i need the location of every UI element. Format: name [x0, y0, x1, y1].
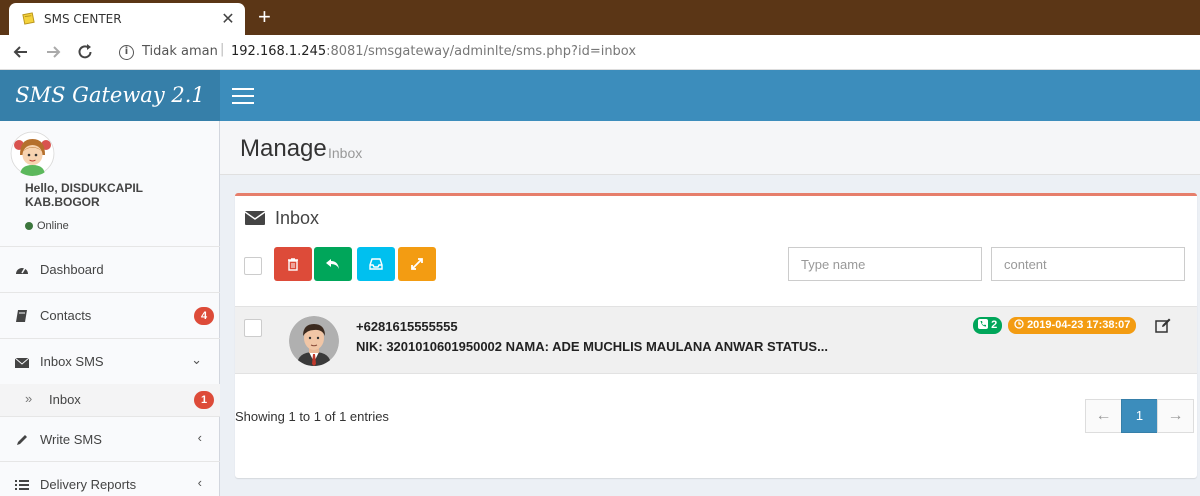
clock-icon	[1014, 319, 1024, 329]
content-header: Manage Inbox	[220, 121, 1200, 175]
info-icon[interactable]: i	[119, 45, 134, 60]
message-count-badge: 2	[973, 317, 1003, 334]
new-tab-icon[interactable]: +	[258, 4, 271, 30]
chevron-left-icon: ‹	[197, 475, 202, 490]
sidebar-item-dashboard[interactable]: Dashboard	[0, 247, 220, 293]
message-preview: NIK: 3201010601950002 NAMA: ADE MUCHLIS …	[356, 339, 828, 354]
page-title: Manage	[240, 135, 327, 162]
online-dot-icon	[25, 222, 33, 230]
dashboard-icon	[16, 267, 28, 274]
app-logo[interactable]: SMS Gateway 2.1	[0, 70, 220, 121]
box-title: Inbox	[275, 208, 320, 228]
user-avatar	[10, 131, 55, 176]
phone-icon	[978, 319, 988, 329]
entries-info: Showing 1 to 1 of 1 entries	[235, 409, 389, 424]
search-content-input[interactable]	[991, 247, 1185, 281]
chevron-down-icon: ⌄	[191, 352, 202, 367]
sidebar-toggle-icon[interactable]	[232, 88, 254, 104]
list-icon	[15, 480, 29, 490]
inbox-tray-icon	[369, 258, 383, 270]
sender-avatar	[289, 316, 339, 366]
sidebar-item-write-sms[interactable]: Write SMS ‹	[0, 416, 220, 462]
address-separator: |	[220, 42, 225, 57]
address-bar[interactable]: i Tidak aman | 192.168.1.245:8081/smsgat…	[112, 39, 1192, 66]
favicon-icon	[22, 12, 35, 25]
user-panel: Hello, DISDUKCAPIL KAB.BOGOR Online	[0, 121, 220, 247]
forward-icon[interactable]	[43, 42, 65, 64]
select-all-checkbox[interactable]	[244, 257, 262, 275]
table-row[interactable]: +6281615555555 NIK: 3201010601950002 NAM…	[235, 306, 1197, 374]
inbox-box: Inbox +6281615	[235, 193, 1197, 478]
reload-icon[interactable]	[75, 42, 97, 64]
sidebar-item-label: Dashboard	[40, 262, 104, 277]
security-label: Tidak aman	[142, 44, 218, 59]
inbox-button[interactable]	[357, 247, 395, 281]
envelope-icon	[245, 211, 265, 225]
tab-title: SMS CENTER	[44, 12, 122, 26]
expand-icon	[411, 258, 423, 270]
chevron-left-icon: ‹	[197, 430, 202, 445]
close-tab-icon[interactable]: ✕	[219, 9, 237, 29]
edit-icon[interactable]	[1155, 317, 1171, 333]
inbox-count-badge: 1	[194, 391, 214, 409]
browser-tab-bar: SMS CENTER ✕ +	[0, 0, 1200, 35]
sidebar-subitem-inbox[interactable]: » Inbox 1	[0, 384, 220, 416]
sidebar-item-delivery-reports[interactable]: Delivery Reports ‹	[0, 462, 220, 496]
sidebar-item-label: Delivery Reports	[40, 477, 137, 492]
message-sender: +6281615555555	[356, 319, 458, 334]
sidebar-item-label: Contacts	[40, 308, 92, 323]
user-status: Online	[25, 220, 69, 232]
sidebar-subitem-label: Inbox	[49, 392, 81, 407]
search-name-input[interactable]	[788, 247, 982, 281]
sidebar-item-label: Inbox SMS	[40, 354, 104, 369]
top-navbar	[220, 70, 1200, 121]
user-greeting: Hello, DISDUKCAPIL KAB.BOGOR	[25, 181, 143, 209]
contacts-count-badge: 4	[194, 307, 214, 325]
book-icon	[16, 310, 27, 322]
sidebar-item-inbox-sms[interactable]: Inbox SMS ⌄	[0, 339, 220, 385]
pagination: ← 1 →	[1085, 399, 1194, 433]
message-timestamp-badge: 2019-04-23 17:38:07	[1008, 317, 1137, 334]
reply-icon	[326, 259, 339, 269]
sidebar: SMS Gateway 2.1 Hello, DISDUKCAPIL KAB.B…	[0, 70, 220, 496]
url-text: 192.168.1.245:8081/smsgateway/adminlte/s…	[231, 44, 637, 59]
delete-button[interactable]	[274, 247, 312, 281]
pagination-page-1[interactable]: 1	[1121, 399, 1158, 433]
row-checkbox[interactable]	[244, 319, 262, 337]
trash-icon	[288, 258, 298, 271]
pagination-next[interactable]: →	[1157, 399, 1194, 433]
double-chevron-icon: »	[25, 391, 33, 406]
page-subtitle: Inbox	[328, 145, 363, 161]
envelope-icon	[15, 357, 29, 368]
pencil-icon	[17, 435, 27, 445]
back-icon[interactable]	[11, 42, 33, 64]
browser-tab[interactable]: SMS CENTER ✕	[9, 3, 245, 35]
reply-button[interactable]	[314, 247, 352, 281]
sidebar-item-label: Write SMS	[40, 432, 102, 447]
browser-toolbar: i Tidak aman | 192.168.1.245:8081/smsgat…	[0, 35, 1200, 70]
expand-button[interactable]	[398, 247, 436, 281]
sidebar-item-contacts[interactable]: Contacts 4	[0, 293, 220, 339]
pagination-prev[interactable]: ←	[1085, 399, 1122, 433]
